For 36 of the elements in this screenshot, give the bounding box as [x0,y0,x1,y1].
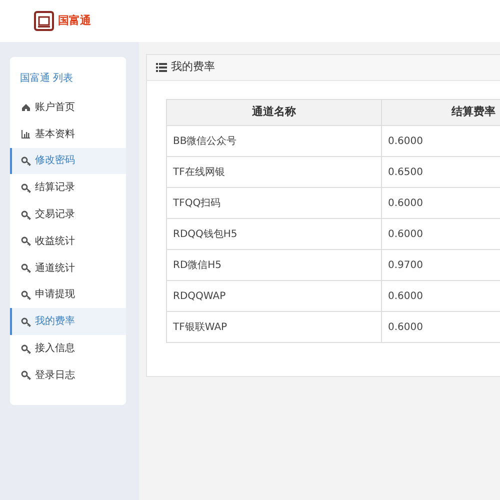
list-icon [156,63,167,72]
table-cell: TFQQ扫码 [166,188,382,218]
bar-chart-icon [21,129,31,140]
column-header: 结算费率 [382,100,500,126]
sidebar-item[interactable]: 结算记录 [10,174,126,202]
table-cell: TF银联WAP [166,312,382,342]
sidebar-item[interactable]: 我的费率 [10,308,126,336]
key-icon [21,290,31,300]
key-icon [21,263,31,274]
table-cell: BB微信公众号 [166,126,382,156]
sidebar-item[interactable]: 登录日志 [10,362,126,389]
sidebar-item[interactable]: 通道统计 [10,254,126,282]
home-icon [21,102,31,112]
sidebar-title: 国富通 列表 [19,72,74,86]
brand-name: 国富通 [58,12,91,29]
key-icon [21,316,31,327]
key-icon [21,370,31,380]
logo-icon [34,11,54,31]
sidebar-item[interactable]: 基本资料 [10,120,126,148]
table-cell: RDQQ钱包H5 [166,218,382,250]
key-icon [21,344,31,354]
sidebar-item[interactable]: 账户首页 [10,94,126,121]
sidebar-item[interactable]: 收益统计 [10,228,126,255]
table-cell: TF在线网银 [166,156,382,188]
table-cell: RD微信H5 [166,250,382,280]
sidebar-item[interactable]: 交易记录 [10,201,126,228]
sidebar-item[interactable]: 申请提现 [10,282,126,308]
key-icon [21,236,31,246]
sidebar-item[interactable]: 接入信息 [10,335,126,362]
panel-title: 我的费率 [171,59,215,76]
table-cell: RDQQWAP [166,280,382,312]
key-icon [21,182,31,193]
sidebar-item[interactable]: 修改密码 [10,148,126,174]
key-icon [21,156,31,166]
key-icon [21,210,31,220]
column-header: 通道名称 [166,100,382,126]
